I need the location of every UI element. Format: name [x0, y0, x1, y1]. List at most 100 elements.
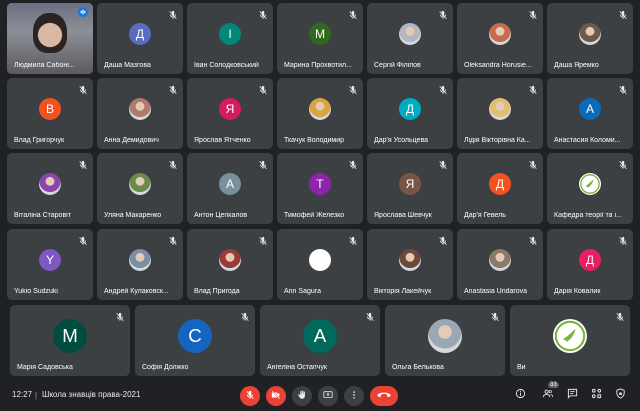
avatar-initial: І [219, 22, 241, 45]
participant-name: Yukio Sudzuki [14, 288, 58, 295]
mic-off-icon [348, 233, 358, 246]
participant-name: Даша Яремко [554, 62, 599, 69]
end-call-icon [377, 387, 391, 405]
participant-name: Антон Цепкалов [194, 212, 248, 219]
participant-tile[interactable]: Д Даша Мазгова [97, 3, 183, 74]
avatar-photo [219, 248, 241, 271]
avatar-initial: А [219, 172, 241, 195]
avatar-photo [489, 22, 511, 45]
mic-off-icon [245, 387, 255, 405]
participant-tile[interactable]: Y Yukio Sudzuki [7, 229, 93, 300]
participant-name: Віталіна Старовіт [14, 212, 71, 219]
present-button[interactable] [318, 386, 338, 406]
mic-off-icon [438, 157, 448, 170]
participant-tile[interactable]: Д Дар'я Гевель [457, 153, 543, 224]
end-call-button[interactable] [370, 386, 398, 406]
info-icon [515, 386, 526, 404]
host-controls-button[interactable] [612, 387, 628, 403]
participant-tile[interactable]: Т Тимофей Железко [277, 153, 363, 224]
mic-toggle-button[interactable] [240, 386, 260, 406]
participant-tile[interactable]: Anastasia Undarova [457, 229, 543, 300]
participant-tile[interactable]: В Влад Григорчук [7, 78, 93, 149]
mic-off-icon [618, 82, 628, 95]
participant-tile[interactable]: Лідія Вікторівна Ка... [457, 78, 543, 149]
participant-name: Анастасия Коломи... [554, 137, 621, 144]
participant-tile[interactable]: І Іван Солодковський [187, 3, 273, 74]
participant-tile[interactable]: А Анастасия Коломи... [547, 78, 633, 149]
chat-button[interactable] [564, 387, 580, 403]
participant-tile[interactable]: Д Дарія Ковалик [547, 229, 633, 300]
avatar-photo [428, 318, 462, 353]
mic-off-icon [618, 157, 628, 170]
participant-tile[interactable]: Уляна Макаренко [97, 153, 183, 224]
participant-tile[interactable]: Даша Яремко [547, 3, 633, 74]
avatar-initial: С [178, 318, 212, 353]
avatar-initial: Д [129, 22, 151, 45]
avatar-initial: Т [309, 172, 331, 195]
people-button[interactable] [540, 387, 556, 403]
mic-off-icon [78, 233, 88, 246]
avatar-photo [399, 22, 421, 45]
participant-tile[interactable]: Віталіна Старовіт [7, 153, 93, 224]
avatar-initial: Д [489, 172, 511, 195]
participant-tile[interactable]: С Софія Должко [135, 305, 255, 376]
camera-toggle-button[interactable] [266, 386, 286, 406]
separator: | [35, 391, 38, 400]
participant-tile[interactable]: Вікторія Лакейчук [367, 229, 453, 300]
mic-off-icon [348, 82, 358, 95]
avatar-initial: Д [579, 248, 601, 271]
activities-button[interactable] [588, 387, 604, 403]
participant-tile[interactable]: Ви [510, 305, 630, 376]
participant-tile[interactable]: Анна Демидович [97, 78, 183, 149]
avatar-photo [489, 97, 511, 120]
more-vert-icon [349, 387, 359, 405]
participant-tile[interactable]: Влад Пригода [187, 229, 273, 300]
participant-tile[interactable]: Ткачук Володимир [277, 78, 363, 149]
videocam-off-icon [271, 387, 281, 405]
mic-off-icon [528, 82, 538, 95]
participant-name: Ангеліна Остапчук [267, 364, 327, 371]
avatar-photo [579, 22, 601, 45]
mic-off-icon [168, 157, 178, 170]
mic-off-icon [615, 309, 625, 322]
participant-tile[interactable]: А Ангеліна Остапчук [260, 305, 380, 376]
mic-off-icon [78, 82, 88, 95]
avatar-initial: Y [39, 248, 61, 271]
participant-name: Дар'я Усольцева [374, 137, 428, 144]
participant-tile[interactable]: Я Ярослава Шевчук [367, 153, 453, 224]
avatar-initial: М [309, 22, 331, 45]
raise-hand-button[interactable] [292, 386, 312, 406]
shield-lock-icon [615, 386, 626, 404]
participant-tile[interactable]: Андрей Кулаковск... [97, 229, 183, 300]
participant-name: Ткачук Володимир [284, 137, 344, 144]
participant-tile[interactable]: Ann Sagura [277, 229, 363, 300]
more-options-button[interactable] [344, 386, 364, 406]
avatar-blank [309, 248, 331, 271]
participant-tile[interactable]: Oleksandra Horusie... [457, 3, 543, 74]
mic-off-icon [348, 157, 358, 170]
avatar-photo [489, 248, 511, 271]
activities-icon [591, 386, 602, 404]
participant-tile[interactable]: Кафедра теорії та і... [547, 153, 633, 224]
participant-tile[interactable]: А Антон Цепкалов [187, 153, 273, 224]
participant-tile[interactable]: М Марія Садовська [10, 305, 130, 376]
participant-tile[interactable]: Д Дар'я Усольцева [367, 78, 453, 149]
participant-tile[interactable]: М Марина Прохвотил... [277, 3, 363, 74]
participant-name: Ann Sagura [284, 288, 321, 295]
meeting-details-button[interactable] [512, 387, 528, 403]
mic-off-icon [78, 157, 88, 170]
participant-name: Влад Григорчук [14, 137, 65, 144]
participant-name: Ярослав Ятченко [194, 137, 251, 144]
avatar-initial: А [303, 318, 337, 353]
participant-tile[interactable]: Сергій Філіпов [367, 3, 453, 74]
participant-name: Ви [517, 364, 526, 371]
participant-name: Oleksandra Horusie... [464, 62, 532, 69]
participant-name: Андрей Кулаковск... [104, 288, 169, 295]
self-video-tile[interactable]: Людмила Сабоні... [7, 3, 93, 74]
participant-tile[interactable]: Я Ярослав Ятченко [187, 78, 273, 149]
mic-off-icon [528, 233, 538, 246]
participant-name: Уляна Макаренко [104, 212, 162, 219]
participant-name: Марія Садовська [17, 364, 73, 371]
participant-tile[interactable]: Ольга Белькова [385, 305, 505, 376]
participant-name: Кафедра теорії та і... [554, 212, 622, 219]
